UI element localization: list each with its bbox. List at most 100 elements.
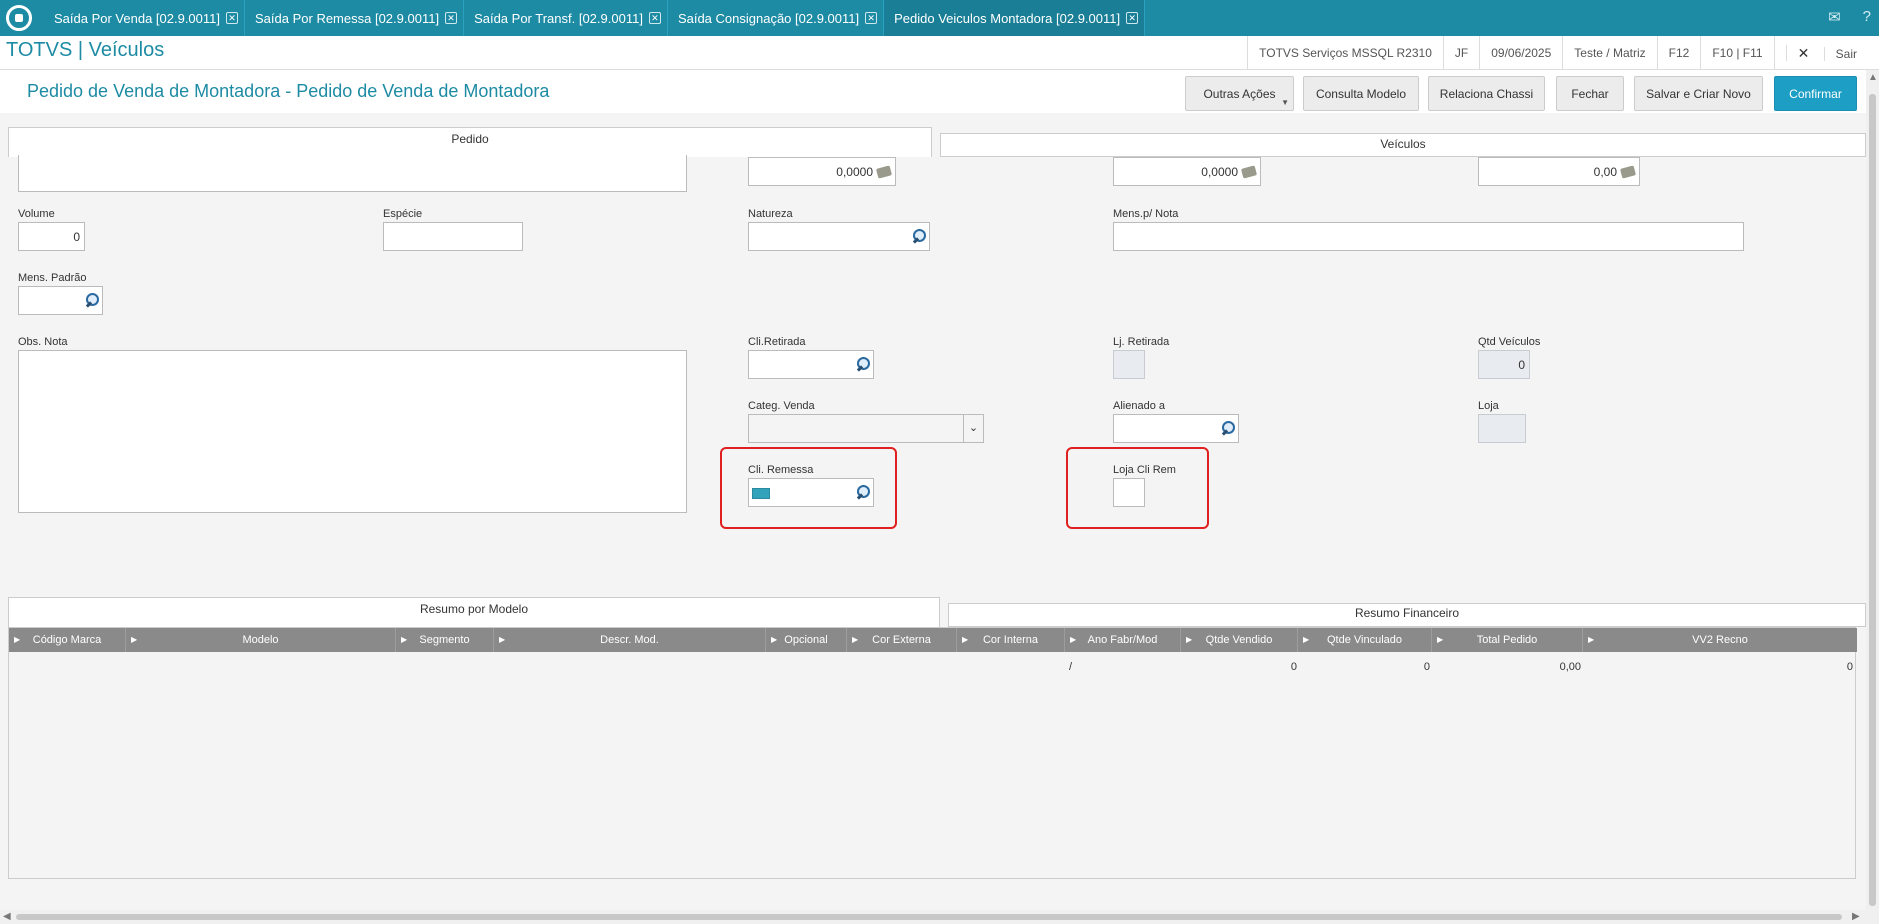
- loja-label: Loja: [1478, 400, 1499, 412]
- horizontal-scrollbar[interactable]: ◀ ▶: [0, 910, 1866, 924]
- categ-venda-select[interactable]: ⌄: [748, 414, 984, 443]
- column-label: Segmento: [419, 634, 470, 646]
- mens-nota-label: Mens.p/ Nota: [1113, 208, 1179, 220]
- especie-field[interactable]: [383, 222, 523, 251]
- exit-label: Sair: [1823, 47, 1868, 61]
- cli-retirada-label: Cli.Retirada: [748, 336, 806, 348]
- column-header[interactable]: ▶ Modelo: [126, 628, 396, 652]
- tab-pedido[interactable]: Pedido: [8, 127, 932, 157]
- column-label: Qtde Vendido: [1205, 634, 1273, 646]
- close-icon[interactable]: ✕: [865, 12, 878, 24]
- column-header[interactable]: ▶ Total Pedido: [1432, 628, 1583, 652]
- value-field-1[interactable]: 0,0000: [748, 157, 896, 186]
- close-icon[interactable]: ✕: [445, 12, 458, 24]
- button-label: Outras Ações: [1203, 86, 1276, 101]
- tab-veiculos[interactable]: Veículos: [940, 133, 1866, 157]
- title-bar: TOTVS | Veículos TOTVS Serviços MSSQL R2…: [0, 36, 1879, 70]
- cli-remessa-field[interactable]: [748, 478, 874, 507]
- column-header[interactable]: ▶ Cor Interna: [957, 628, 1065, 652]
- button-label: Salvar e Criar Novo: [1646, 86, 1751, 101]
- exit-button[interactable]: ✕ Sair: [1773, 36, 1879, 70]
- search-icon[interactable]: [912, 229, 926, 243]
- column-label: Código Marca: [32, 634, 102, 646]
- column-header[interactable]: ▶ Segmento: [396, 628, 494, 652]
- salvar-criar-novo-button[interactable]: Salvar e Criar Novo: [1634, 76, 1763, 111]
- obs-nota-textarea[interactable]: [18, 350, 687, 513]
- column-label: Ano Fabr/Mod: [1087, 634, 1158, 646]
- value-field-2[interactable]: 0,0000: [1113, 157, 1261, 186]
- column-label: Opcional: [784, 634, 828, 646]
- tab-saida-remessa[interactable]: Saída Por Remessa [02.9.0011] ✕: [245, 0, 465, 36]
- search-icon[interactable]: [856, 485, 870, 499]
- mail-icon[interactable]: ✉: [1828, 8, 1841, 26]
- money-icon[interactable]: [1240, 165, 1258, 179]
- scroll-thumb[interactable]: [1869, 94, 1876, 906]
- scroll-up-icon[interactable]: ▲: [1868, 72, 1878, 83]
- close-icon[interactable]: ✕: [226, 12, 239, 24]
- chevron-down-icon[interactable]: ⌄: [963, 415, 983, 442]
- scroll-thumb[interactable]: [16, 914, 1842, 920]
- scroll-left-icon[interactable]: ◀: [3, 911, 11, 922]
- tab-saida-transf[interactable]: Saída Por Transf. [02.9.0011] ✕: [464, 0, 668, 36]
- tab-label: Saída Consignação [02.9.0011]: [677, 10, 860, 26]
- outras-acoes-button[interactable]: Outras Ações ▼: [1185, 76, 1294, 111]
- search-icon[interactable]: [85, 293, 99, 307]
- date-label: 09/06/2025: [1479, 36, 1562, 70]
- column-header[interactable]: ▶ Cor Externa: [847, 628, 957, 652]
- chevron-right-icon: ▶: [852, 635, 859, 644]
- natureza-field[interactable]: [748, 222, 930, 251]
- scroll-right-icon[interactable]: ▶: [1852, 911, 1860, 922]
- column-header[interactable]: ▶ Qtde Vinculado: [1298, 628, 1432, 652]
- confirmar-button[interactable]: Confirmar: [1774, 76, 1857, 111]
- tab-saida-venda[interactable]: Saída Por Venda [02.9.0011] ✕: [44, 0, 246, 36]
- partial-text-area[interactable]: [18, 155, 687, 192]
- chevron-right-icon: ▶: [499, 635, 506, 644]
- help-icon[interactable]: ?: [1863, 8, 1871, 26]
- chevron-right-icon: ▶: [14, 635, 21, 644]
- vertical-scrollbar[interactable]: ▲: [1866, 70, 1879, 924]
- loja-cli-rem-field[interactable]: [1113, 478, 1145, 507]
- column-header[interactable]: ▶ Descr. Mod.: [494, 628, 766, 652]
- consulta-modelo-button[interactable]: Consulta Modelo: [1303, 76, 1419, 111]
- search-icon[interactable]: [1221, 421, 1235, 435]
- column-header[interactable]: ▶ Código Marca: [9, 628, 126, 652]
- f12-shortcut[interactable]: F12: [1656, 36, 1701, 70]
- loja-cli-rem-label: Loja Cli Rem: [1113, 464, 1176, 476]
- value-field-3[interactable]: 0,00: [1478, 157, 1640, 186]
- mens-nota-field[interactable]: [1113, 222, 1744, 251]
- tab-pedido-montadora[interactable]: Pedido Veiculos Montadora [02.9.0011] ✕: [884, 0, 1146, 36]
- cli-retirada-field[interactable]: [748, 350, 874, 379]
- tab-saida-consignacao[interactable]: Saída Consignação [02.9.0011] ✕: [668, 0, 885, 36]
- column-header[interactable]: ▶ Qtde Vendido: [1181, 628, 1298, 652]
- ano-cell: /: [1069, 661, 1073, 673]
- volume-label: Volume: [18, 208, 55, 220]
- relaciona-chassi-button[interactable]: Relaciona Chassi: [1428, 76, 1545, 111]
- app-tab-bar: Saída Por Venda [02.9.0011] ✕ Saída Por R…: [0, 0, 1879, 36]
- money-icon[interactable]: [875, 165, 893, 179]
- alienado-field[interactable]: [1113, 414, 1239, 443]
- natureza-label: Natureza: [748, 208, 793, 220]
- f10-f11-shortcut[interactable]: F10 | F11: [1700, 36, 1773, 70]
- mens-padrao-field[interactable]: [18, 286, 103, 315]
- close-icon[interactable]: ✕: [648, 12, 661, 24]
- column-header[interactable]: ▶ Opcional: [766, 628, 847, 652]
- resumo-modelo-grid: ▶ Código Marca ▶ Modelo ▶ Segmento ▶ Descr. …: [8, 627, 1857, 879]
- close-icon[interactable]: ✕: [1126, 12, 1139, 24]
- column-label: Descr. Mod.: [600, 634, 659, 646]
- form-header: Pedido de Venda de Montadora - Pedido de…: [0, 71, 1879, 113]
- chevron-down-icon: ▼: [1281, 98, 1289, 107]
- tab-label: Pedido: [451, 132, 489, 146]
- column-header[interactable]: ▶ VV2 Recno: [1583, 628, 1857, 652]
- column-header[interactable]: ▶ Ano Fabr/Mod: [1065, 628, 1181, 652]
- column-label: VV2 Recno: [1692, 634, 1748, 646]
- fechar-button[interactable]: Fechar: [1556, 76, 1624, 111]
- volume-field[interactable]: 0: [18, 222, 85, 251]
- money-icon[interactable]: [1619, 165, 1637, 179]
- tab-label: Pedido Veiculos Montadora [02.9.0011]: [894, 10, 1121, 26]
- qtde-vinculado-cell: 0: [1423, 661, 1430, 673]
- branch-label[interactable]: Teste / Matriz: [1562, 36, 1656, 70]
- tab-resumo-financeiro[interactable]: Resumo Financeiro: [948, 603, 1866, 627]
- tab-resumo-modelo[interactable]: Resumo por Modelo: [8, 597, 940, 627]
- search-icon[interactable]: [856, 357, 870, 371]
- column-label: Cor Externa: [872, 634, 931, 646]
